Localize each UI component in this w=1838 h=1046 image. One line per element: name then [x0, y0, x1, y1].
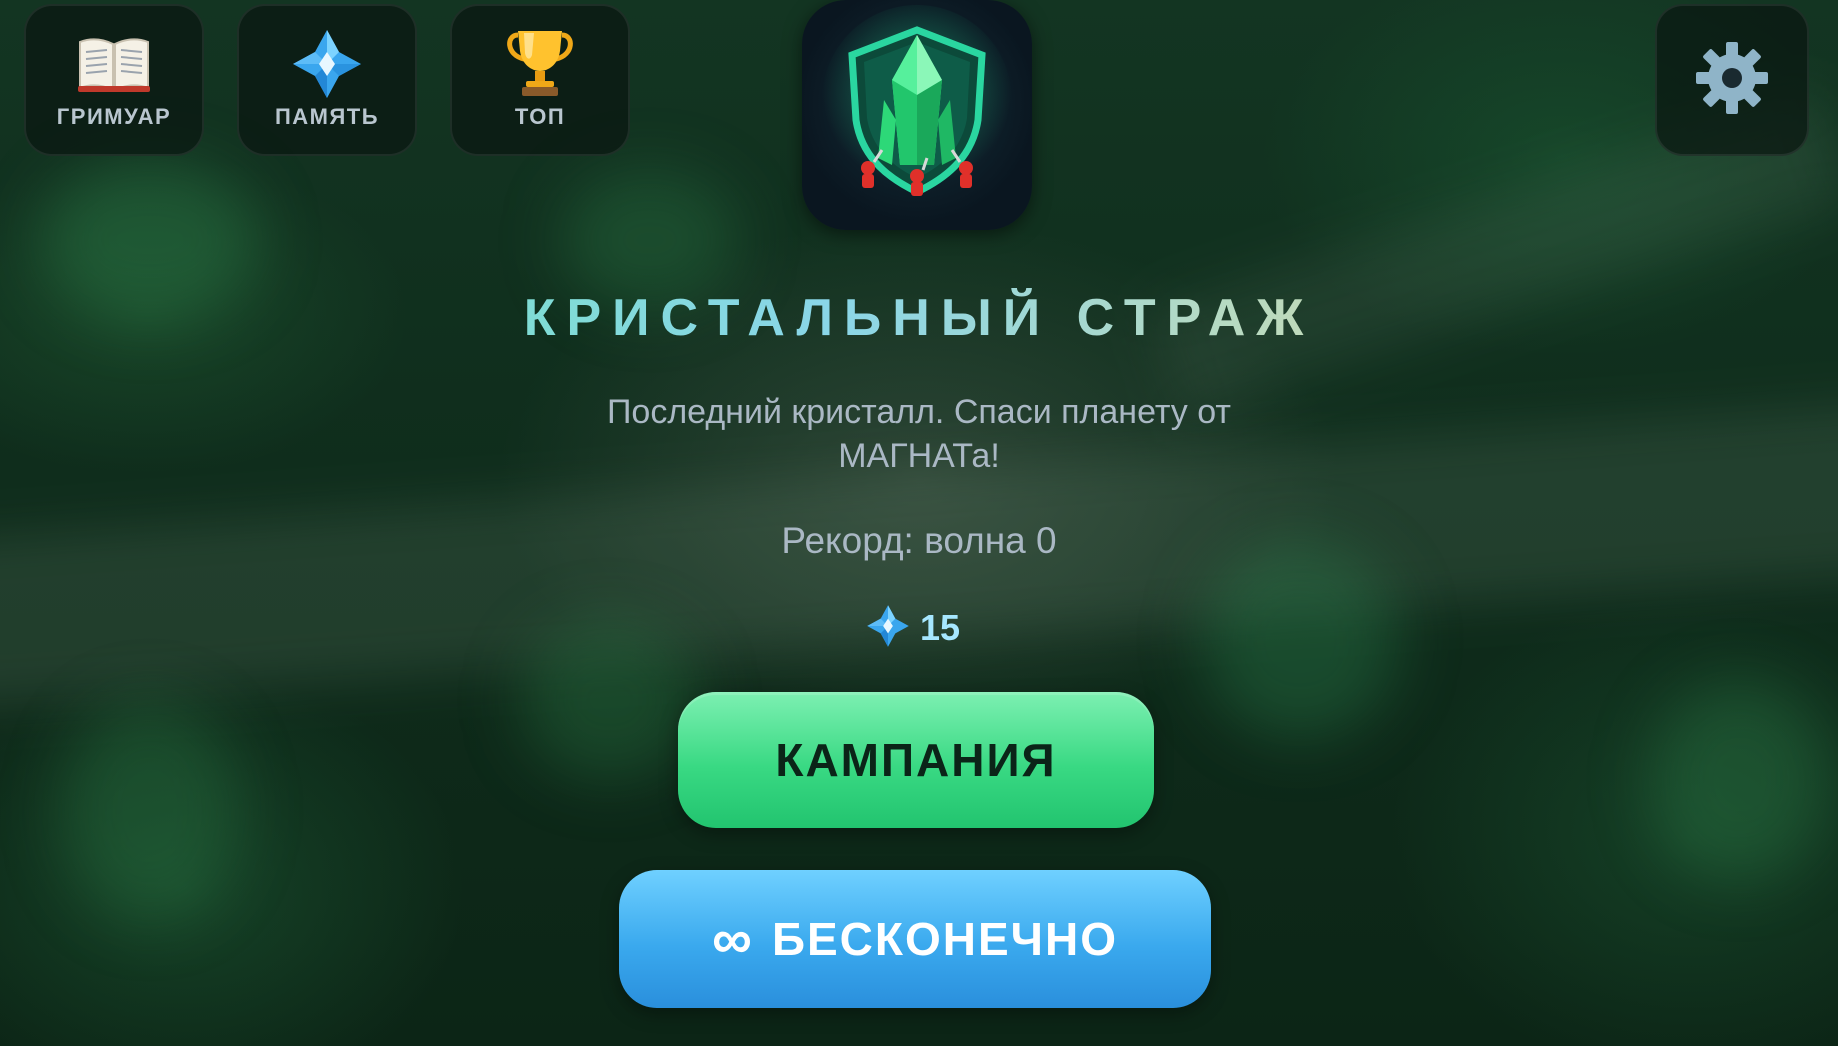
background-foliage	[1200, 540, 1400, 740]
game-subtitle: Последний кристалл. Спаси планету от МАГ…	[606, 393, 1231, 475]
game-title: КРИСТАЛЬНЫЙ СТРАЖ	[0, 288, 1838, 348]
settings-button[interactable]	[1655, 4, 1809, 156]
top-label: ТОП	[514, 104, 566, 129]
open-book-icon	[76, 30, 152, 98]
blue-crystal-icon	[289, 30, 365, 98]
grimoire-button[interactable]: ГРИМУАР	[24, 4, 204, 156]
infinity-icon: ∞	[712, 907, 754, 970]
trophy-icon	[502, 30, 578, 98]
background-foliage	[60, 700, 240, 920]
grimoire-label: ГРИМУАР	[56, 104, 172, 129]
memory-button[interactable]: ПАМЯТЬ	[237, 4, 417, 156]
currency-amount: 15	[920, 607, 961, 648]
crystal-shield-logo	[802, 0, 1032, 230]
gear-icon	[1694, 40, 1770, 121]
endless-label: БЕСКОНЕЧНО	[771, 913, 1118, 965]
background-foliage	[520, 620, 700, 780]
endless-button[interactable]: ∞ БЕСКОНЕЧНО	[619, 870, 1211, 1008]
top-button[interactable]: ТОП	[450, 4, 630, 156]
background-foliage	[1650, 680, 1830, 880]
blue-crystal-icon	[866, 604, 910, 653]
memory-label: ПАМЯТЬ	[274, 104, 380, 129]
campaign-label: КАМПАНИЯ	[775, 734, 1057, 786]
currency-display: 15	[866, 604, 960, 652]
record-text: Рекорд: волна 0	[781, 520, 1057, 561]
campaign-button[interactable]: КАМПАНИЯ	[678, 692, 1154, 828]
